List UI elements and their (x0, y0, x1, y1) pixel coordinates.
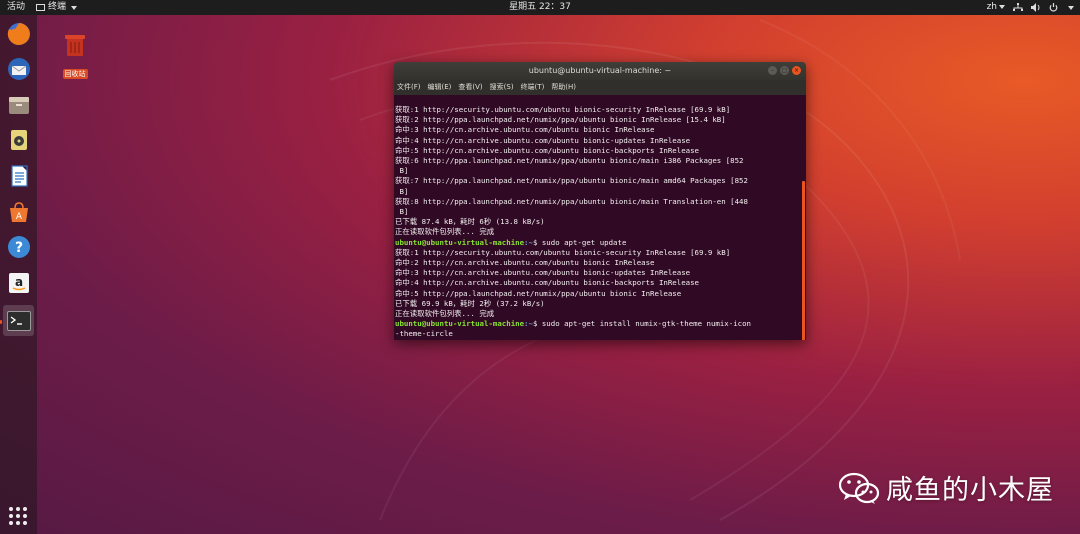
menu-view[interactable]: 查看(V) (458, 80, 482, 95)
output-line: 已下载 69.9 kB，耗时 2秒 (37.2 kB/s) (395, 298, 545, 308)
menu-terminal[interactable]: 终端(T) (521, 80, 545, 95)
trash-icon (65, 35, 85, 56)
prompt-symbol: $ (532, 237, 542, 247)
input-method-indicator[interactable]: zh (987, 0, 1005, 15)
watermark-text: 咸鱼的小木屋 (886, 475, 1054, 506)
firefox-icon (7, 22, 30, 45)
dock-software[interactable]: A (3, 196, 34, 227)
output-line: 命中:4 http://cn.archive.ubuntu.com/ubuntu… (395, 135, 691, 145)
prompt-symbol: $ (532, 319, 542, 329)
dock-thunderbird[interactable] (3, 53, 34, 84)
dock: A ? a (0, 15, 37, 534)
desktop-trash[interactable]: 回收站 (58, 33, 92, 80)
software-center-icon: A (9, 201, 28, 222)
chevron-down-icon[interactable] (1068, 5, 1074, 10)
rhythmbox-icon (10, 129, 27, 150)
maximize-button[interactable]: □ (780, 66, 789, 75)
command-text: sudo apt-get install numix-gtk-theme num… (541, 319, 751, 329)
output-line: 已下载 87.4 kB，耗时 6秒 (13.8 kB/s) (395, 217, 545, 227)
terminal-window[interactable]: ubuntu@ubuntu-virtual-machine: ~ – □ × 文… (394, 62, 806, 340)
running-indicator (0, 320, 2, 324)
close-button[interactable]: × (792, 66, 801, 75)
output-line: 命中:3 http://cn.archive.ubuntu.com/ubuntu… (395, 268, 691, 278)
command-wrap: -theme-circle (395, 329, 453, 339)
wechat-icon (838, 472, 880, 504)
menu-edit[interactable]: 编辑(E) (428, 80, 452, 95)
dock-firefox[interactable] (3, 18, 34, 49)
libreoffice-writer-icon (10, 164, 28, 187)
dock-writer[interactable] (3, 160, 34, 191)
help-icon: ? (7, 235, 30, 258)
svg-text:A: A (15, 212, 22, 222)
output-line: 获取:7 http://ppa.launchpad.net/numix/ppa/… (395, 176, 748, 186)
svg-text:?: ? (14, 240, 22, 256)
output-line: 命中:2 http://cn.archive.ubuntu.com/ubuntu… (395, 258, 655, 268)
files-icon (8, 96, 29, 114)
terminal-icon (6, 310, 31, 331)
prompt-line: ubuntu@ubuntu-virtual-machine:~$ sudo ap… (395, 319, 800, 329)
output-line: 正在读取软件包列表... 完成 (395, 309, 495, 319)
amazon-icon: a (8, 272, 29, 293)
output-line: B] (395, 207, 409, 217)
terminal-menubar: 文件(F) 编辑(E) 查看(V) 搜索(S) 终端(T) 帮助(H) (394, 80, 806, 95)
dock-files[interactable] (3, 89, 34, 120)
show-applications-button[interactable] (9, 507, 27, 525)
watermark: 咸鱼的小木屋 (838, 468, 1054, 507)
terminal-titlebar[interactable]: ubuntu@ubuntu-virtual-machine: ~ – □ × (394, 62, 806, 80)
menu-search[interactable]: 搜索(S) (490, 80, 514, 95)
dock-rhythmbox[interactable] (3, 124, 34, 155)
output-line: B] (395, 186, 409, 196)
terminal-output[interactable]: 获取:1 http://security.ubuntu.com/ubuntu b… (394, 95, 806, 340)
svg-text:a: a (14, 275, 22, 289)
output-line: 命中:5 http://cn.archive.ubuntu.com/ubuntu… (395, 145, 700, 155)
dock-help[interactable]: ? (3, 231, 34, 262)
output-line: 获取:1 http://security.ubuntu.com/ubuntu b… (395, 105, 731, 114)
menu-file[interactable]: 文件(F) (397, 80, 421, 95)
output-line: 命中:3 http://cn.archive.ubuntu.com/ubuntu… (395, 125, 655, 135)
clock[interactable]: 星期五 22：37 (0, 0, 1080, 15)
top-bar: 活动 终端 星期五 22：37 zh (0, 0, 1080, 15)
dock-terminal[interactable] (3, 305, 34, 336)
output-line: B] (395, 166, 409, 176)
minimize-button[interactable]: – (768, 66, 777, 75)
prompt-path: :~ (524, 319, 533, 329)
menu-help[interactable]: 帮助(H) (551, 80, 576, 95)
thunderbird-icon (7, 57, 30, 80)
prompt-path: :~ (524, 237, 533, 247)
output-line: 正在读取软件包列表... 完成 (395, 227, 495, 237)
prompt-user: ubuntu@ubuntu-virtual-machine (395, 237, 525, 247)
output-line: 命中:4 http://cn.archive.ubuntu.com/ubuntu… (395, 278, 700, 288)
prompt-user: ubuntu@ubuntu-virtual-machine (395, 319, 525, 329)
output-line: 获取:2 http://ppa.launchpad.net/numix/ppa/… (395, 115, 726, 125)
output-line: 获取:8 http://ppa.launchpad.net/numix/ppa/… (395, 196, 748, 206)
output-line: 获取:6 http://ppa.launchpad.net/numix/ppa/… (395, 156, 744, 166)
output-line: 获取:1 http://security.ubuntu.com/ubuntu b… (395, 247, 731, 257)
trash-label: 回收站 (62, 69, 88, 79)
output-line: 命中:5 http://ppa.launchpad.net/numix/ppa/… (395, 288, 682, 298)
network-icon[interactable] (1013, 3, 1023, 12)
chevron-down-icon (999, 4, 1005, 9)
prompt-line: ubuntu@ubuntu-virtual-machine:~$ sudo ap… (395, 238, 800, 248)
volume-icon[interactable] (1031, 3, 1041, 12)
dock-amazon[interactable]: a (3, 267, 34, 298)
command-text: sudo apt-get update (541, 237, 627, 247)
power-icon[interactable] (1049, 3, 1058, 12)
terminal-scrollbar[interactable] (802, 181, 805, 340)
window-title: ubuntu@ubuntu-virtual-machine: ~ (528, 66, 672, 75)
